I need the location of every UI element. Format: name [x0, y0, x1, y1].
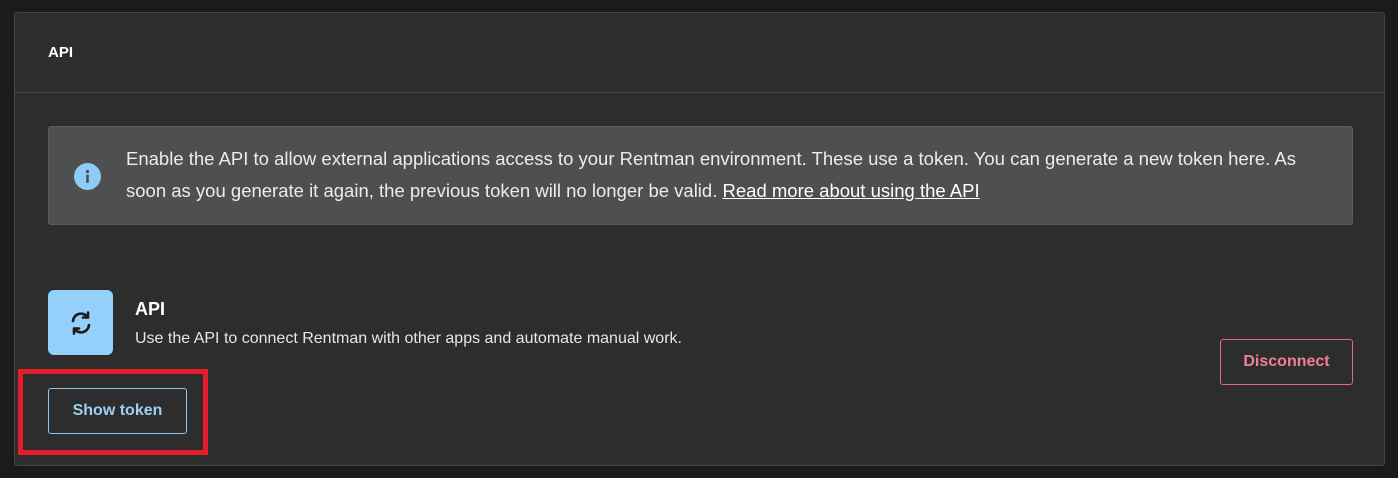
panel-header: API — [15, 13, 1384, 93]
show-token-button[interactable]: Show token — [48, 388, 187, 434]
info-alert: Enable the API to allow external applica… — [48, 126, 1353, 225]
sync-icon — [48, 290, 113, 355]
disconnect-button[interactable]: Disconnect — [1220, 339, 1353, 385]
integration-title: API — [135, 299, 166, 319]
info-message: Enable the API to allow external applica… — [126, 148, 1297, 201]
panel-title: API — [48, 44, 74, 61]
info-icon — [74, 163, 101, 190]
read-more-link[interactable]: Read more about using the API — [723, 180, 980, 201]
integration-description: Use the API to connect Rentman with othe… — [135, 330, 682, 347]
api-settings-panel: API Enable the API to allow external app… — [14, 12, 1385, 466]
info-text: Enable the API to allow external applica… — [126, 143, 1336, 207]
